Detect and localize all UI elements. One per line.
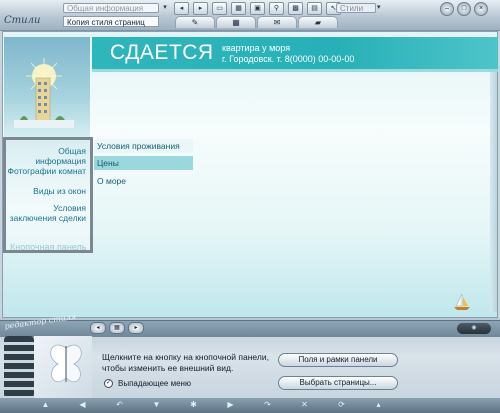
right-icon[interactable]: ▶ <box>225 400 236 410</box>
frame-icon[interactable]: ▣ <box>250 2 265 15</box>
select-pages-button[interactable]: Выбрать страницы... <box>278 376 398 390</box>
dropdown-menu-checkbox[interactable]: ✓ <box>104 379 113 388</box>
nav-item-photos[interactable]: Фотографии комнат <box>8 166 86 176</box>
button-panel[interactable]: Общая информация Фотографии комнат Виды … <box>3 137 93 253</box>
site-contact: г. Городовск. т. 8(0000) 00-00-00 <box>222 54 355 64</box>
nav-item-general[interactable]: Общая информация <box>6 146 86 166</box>
editor-mini-buttons: ◂ ▦ ▸ <box>90 322 144 334</box>
submenu-item-living[interactable]: Условия проживания <box>94 139 193 153</box>
maximize-icon[interactable]: □ <box>457 2 471 16</box>
end-icon[interactable]: ▴ <box>373 400 384 410</box>
building-illustration <box>14 58 74 128</box>
back-arrow-icon[interactable]: ↶ <box>114 400 125 410</box>
back-icon[interactable]: ◂ <box>90 322 106 334</box>
redo-icon[interactable]: ⟳ <box>336 400 347 410</box>
site-subtitle: квартира у моря <box>222 43 291 53</box>
minimize-icon[interactable]: – <box>440 2 454 16</box>
mail-tab-icon[interactable]: ✉ <box>257 16 297 28</box>
header-underline <box>92 69 498 72</box>
butterfly-image <box>50 344 82 383</box>
hint-text-line2: чтобы изменить ее внешний вид. <box>102 363 234 373</box>
monitor-icon[interactable]: ▭ <box>212 2 227 15</box>
button-panel-label: Кнопочная панель <box>10 242 87 252</box>
up-icon[interactable]: ▲ <box>40 400 51 410</box>
toggle-preview-icon[interactable]: ◉ <box>457 323 491 334</box>
app-logo: Стили <box>4 15 41 26</box>
next-page-icon[interactable]: ▸ <box>193 2 208 15</box>
window-controls: – □ × <box>440 2 488 16</box>
site-title: СДАЕТСЯ <box>110 41 214 64</box>
copy-style-field[interactable]: Копия стиля страниц <box>63 16 159 27</box>
sailboat-icon <box>454 293 470 310</box>
panel-margins-button[interactable]: Поля и рамки панели <box>278 353 398 367</box>
editor-strip <box>0 320 500 337</box>
prev-page-icon[interactable]: ◂ <box>174 2 189 15</box>
bottom-icons: ▲ ◀ ↶ ▼ ✱ ▶ ↷ ✕ ⟳ ▴ <box>40 400 384 410</box>
nav-item-views[interactable]: Виды из окон <box>33 186 86 196</box>
close-icon[interactable]: × <box>474 2 488 16</box>
styles-select[interactable]: Стили <box>336 3 376 13</box>
vertical-scrollbar[interactable] <box>490 72 497 312</box>
left-icon[interactable]: ◀ <box>77 400 88 410</box>
layout-icon[interactable]: ▤ <box>307 2 322 15</box>
image-icon[interactable]: ▩ <box>288 2 303 15</box>
folder-tab-icon[interactable]: ▰ <box>298 16 338 28</box>
submenu-item-sea[interactable]: О море <box>94 174 193 188</box>
submenu-item-prices[interactable]: Цены <box>94 156 193 170</box>
chevron-down-icon[interactable]: ▾ <box>377 3 387 13</box>
nav-item-terms[interactable]: Условия заключения сделки <box>6 203 86 223</box>
grid-icon[interactable]: ▦ <box>231 2 246 15</box>
link-icon[interactable]: ⚲ <box>269 2 284 15</box>
cross-icon[interactable]: ✕ <box>299 400 310 410</box>
chevron-down-icon[interactable]: ▾ <box>160 3 170 13</box>
mode-icon[interactable]: ▦ <box>109 322 125 334</box>
pencil-tab-icon[interactable]: ✎ <box>175 16 215 28</box>
dropdown-menu-label: Выпадающее меню <box>118 379 191 388</box>
page-select[interactable]: Общая информация <box>63 3 159 13</box>
down-icon[interactable]: ▼ <box>151 400 162 410</box>
filmstrip-decoration <box>4 336 34 398</box>
forward-arrow-icon[interactable]: ↷ <box>262 400 273 410</box>
toolbar-icons: ◂ ▸ ▭ ▦ ▣ ⚲ ▩ ▤ ↖ <box>174 2 341 15</box>
hint-text-line1: Щелкните на кнопку на кнопочной панели, <box>102 352 269 362</box>
star-icon[interactable]: ✱ <box>188 400 199 410</box>
toolbar-tabs: ✎ ▦ ✉ ▰ <box>175 16 338 28</box>
table-tab-icon[interactable]: ▦ <box>216 16 256 28</box>
forward-icon[interactable]: ▸ <box>128 322 144 334</box>
